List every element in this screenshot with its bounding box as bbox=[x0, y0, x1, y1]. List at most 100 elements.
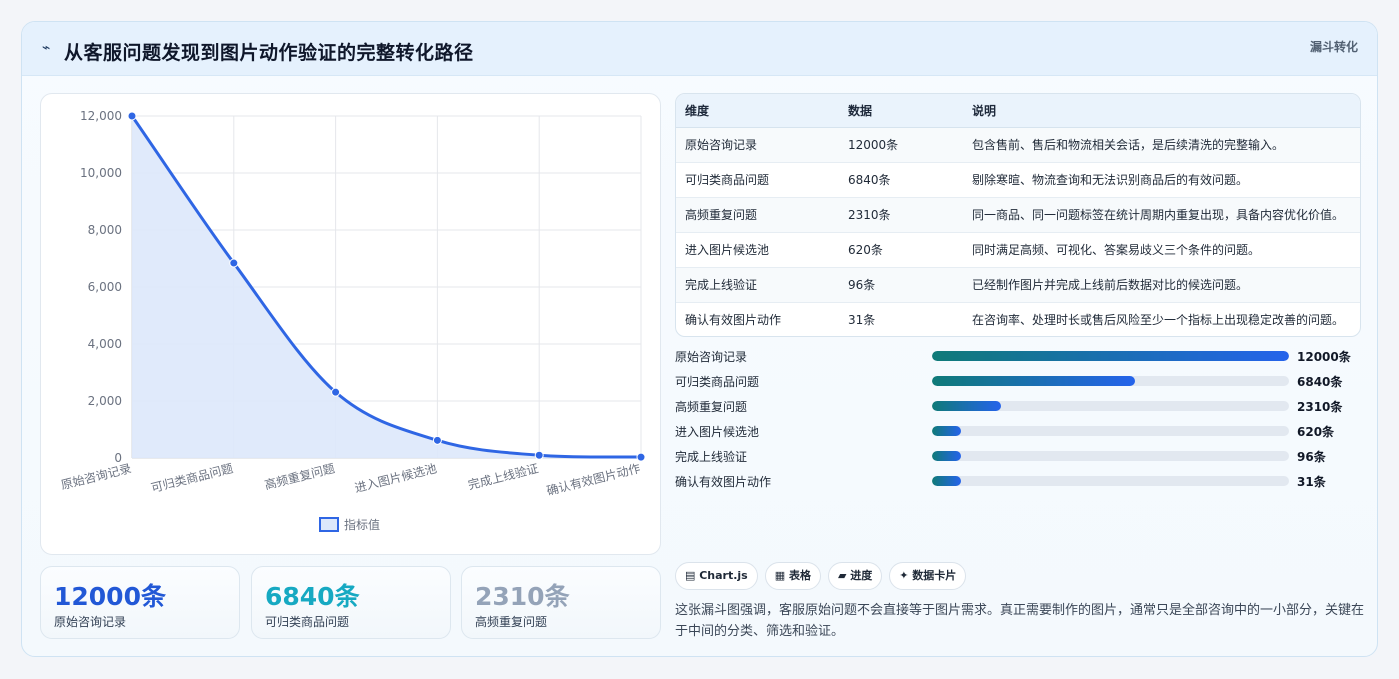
progress-fill bbox=[932, 426, 961, 436]
tech-chips: ▤ Chart.js ▦ 表格 ▰ 进度 ✦ 数据卡片 bbox=[675, 562, 973, 590]
progress-track bbox=[932, 401, 1289, 411]
x-tick-label: 高频重复问题 bbox=[263, 460, 337, 492]
table-cell-dimension: 完成上线验证 bbox=[676, 267, 839, 303]
progress-row: 可归类商品问题 6840条 bbox=[675, 371, 1361, 391]
progress-track bbox=[932, 351, 1289, 361]
y-tick-label: 8,000 bbox=[88, 223, 122, 237]
table-cell-description: 已经制作图片并完成上线前后数据对比的候选问题。 bbox=[963, 267, 1360, 303]
table-row: 确认有效图片动作 31条 在咨询率、处理时长或售后风险至少一个指标上出现稳定改善… bbox=[676, 302, 1360, 336]
x-tick-label: 原始咨询记录 bbox=[59, 460, 133, 492]
progress-row: 原始咨询记录 12000条 bbox=[675, 346, 1361, 366]
progress-label: 进入图片候选池 bbox=[675, 425, 760, 439]
kpi-value: 2310条 bbox=[475, 582, 570, 611]
table-cell-value: 12000条 bbox=[839, 127, 963, 163]
progress-row: 高频重复问题 2310条 bbox=[675, 396, 1361, 416]
table-row: 进入图片候选池 620条 同时满足高频、可视化、答案易歧义三个条件的问题。 bbox=[676, 232, 1360, 268]
progress-value: 2310条 bbox=[1297, 400, 1343, 414]
legend-label: 指标值 bbox=[344, 517, 380, 532]
x-tick-label: 确认有效图片动作 bbox=[545, 460, 642, 498]
x-tick-label: 完成上线验证 bbox=[466, 460, 540, 492]
table-cell-description: 同时满足高频、可视化、答案易歧义三个条件的问题。 bbox=[963, 232, 1360, 268]
x-tick-label: 进入图片候选池 bbox=[353, 461, 438, 495]
table-cell-dimension: 确认有效图片动作 bbox=[685, 313, 782, 328]
table-cell-dimension: 可归类商品问题 bbox=[676, 162, 839, 198]
data-point bbox=[127, 111, 137, 121]
progress-fill bbox=[932, 451, 961, 461]
summary-note: 这张漏斗图强调，客服原始问题不会直接等于图片需求。真正需要制作的图片，通常只是全… bbox=[675, 603, 1365, 639]
kpi-label: 高频重复问题 bbox=[475, 615, 548, 629]
column-header: 说明 bbox=[963, 94, 1360, 128]
data-point bbox=[534, 450, 544, 460]
progress-label: 确认有效图片动作 bbox=[675, 475, 772, 489]
progress-label: 高频重复问题 bbox=[675, 400, 748, 414]
data-point bbox=[432, 435, 442, 445]
card-title: 从客服问题发现到图片动作验证的完整转化路径 bbox=[64, 42, 474, 64]
table-cell-description: 包含售前、售后和物流相关会话，是后续清洗的完整输入。 bbox=[963, 127, 1360, 163]
progress-fill bbox=[932, 376, 1136, 386]
chip-progress[interactable]: ▰ 进度 bbox=[827, 562, 883, 590]
progress-track bbox=[932, 476, 1289, 486]
progress-row: 确认有效图片动作 31条 bbox=[675, 471, 1361, 491]
table-cell-description: 同一商品、同一问题标签在统计周期内重复出现，具备内容优化价值。 bbox=[963, 197, 1360, 233]
progress-fill bbox=[932, 401, 1001, 411]
y-tick-label: 12,000 bbox=[80, 109, 122, 123]
kpi-card-frequent: 2310条 高频重复问题 bbox=[461, 566, 661, 639]
table-row: 原始咨询记录 12000条 包含售前、售后和物流相关会话，是后续清洗的完整输入。 bbox=[676, 127, 1360, 163]
progress-label: 可归类商品问题 bbox=[675, 375, 760, 389]
kpi-card-raw: 12000条 原始咨询记录 bbox=[40, 566, 240, 639]
table-cell-value: 6840条 bbox=[839, 162, 963, 198]
y-tick-label: 2,000 bbox=[88, 394, 122, 408]
column-header: 维度 bbox=[676, 94, 839, 128]
table-cell-dimension: 进入图片候选池 bbox=[676, 232, 839, 268]
progress-value: 620条 bbox=[1297, 425, 1335, 439]
progress-label: 原始咨询记录 bbox=[675, 350, 748, 364]
table-cell-value: 620条 bbox=[839, 232, 963, 268]
data-point bbox=[331, 387, 341, 397]
table-row: 完成上线验证 96条 已经制作图片并完成上线前后数据对比的候选问题。 bbox=[676, 267, 1360, 303]
funnel-card: ⌁ 从客服问题发现到图片动作验证的完整转化路径 漏斗转化 0 2,000 4,000… bbox=[21, 21, 1378, 657]
table-cell-value: 31条 bbox=[848, 313, 876, 328]
table-cell-description: 剔除寒暄、物流查询和无法识别商品后的有效问题。 bbox=[963, 162, 1360, 198]
header-tag: 漏斗转化 bbox=[1309, 40, 1358, 54]
chip-table[interactable]: ▦ 表格 bbox=[764, 562, 821, 590]
progress-fill bbox=[932, 476, 961, 486]
table-cell-value: 2310条 bbox=[839, 197, 963, 233]
column-header: 数据 bbox=[839, 94, 963, 128]
card-header: ⌁ 从客服问题发现到图片动作验证的完整转化路径 漏斗转化 bbox=[22, 22, 1377, 76]
progress-row: 完成上线验证 96条 bbox=[675, 446, 1361, 466]
kpi-label: 可归类商品问题 bbox=[265, 615, 350, 629]
chip-data-card[interactable]: ✦ 数据卡片 bbox=[889, 562, 967, 590]
progress-track bbox=[932, 376, 1289, 386]
chip-chartjs[interactable]: ▤ Chart.js bbox=[675, 562, 758, 590]
legend-swatch bbox=[319, 517, 339, 532]
progress-track bbox=[932, 426, 1289, 436]
data-table: 维度 数据 说明 原始咨询记录 12000条 包含售前、售后和物流相关会话，是后… bbox=[675, 93, 1361, 337]
funnel-line-chart: 02,0004,0006,0008,00010,00012,000原始咨询记录可… bbox=[59, 109, 646, 532]
kpi-value: 6840条 bbox=[265, 582, 360, 611]
y-tick-label: 10,000 bbox=[80, 166, 122, 180]
table-header-row: 维度 数据 说明 bbox=[676, 94, 1360, 128]
kpi-label: 原始咨询记录 bbox=[54, 615, 127, 629]
pulse-icon: ⌁ bbox=[42, 40, 51, 56]
progress-value: 96条 bbox=[1297, 450, 1326, 464]
data-point bbox=[636, 452, 646, 462]
progress-row: 进入图片候选池 620条 bbox=[675, 421, 1361, 441]
table-cell-description: 在咨询率、处理时长或售后风险至少一个指标上出现稳定改善的问题。 bbox=[972, 313, 1345, 328]
data-point bbox=[229, 258, 239, 268]
progress-fill bbox=[932, 351, 1289, 361]
table-row: 可归类商品问题 6840条 剔除寒暄、物流查询和无法识别商品后的有效问题。 bbox=[676, 162, 1360, 198]
progress-track bbox=[932, 451, 1289, 461]
table-cell-dimension: 原始咨询记录 bbox=[676, 127, 839, 163]
progress-value: 12000条 bbox=[1297, 350, 1351, 364]
x-tick-label: 可归类商品问题 bbox=[149, 460, 234, 495]
progress-value: 31条 bbox=[1297, 475, 1326, 489]
table-row: 高频重复问题 2310条 同一商品、同一问题标签在统计周期内重复出现，具备内容优… bbox=[676, 197, 1360, 233]
chart-panel: 0 2,000 4,000 6,000 8,000 10,000 12,000 原始咨询记录可… bbox=[40, 93, 661, 555]
table-cell-value: 96条 bbox=[839, 267, 963, 303]
y-tick-label: 4,000 bbox=[88, 337, 122, 351]
kpi-value: 12000条 bbox=[54, 582, 166, 611]
progress-value: 6840条 bbox=[1297, 375, 1343, 389]
y-tick-label: 6,000 bbox=[88, 280, 122, 294]
kpi-card-classified: 6840条 可归类商品问题 bbox=[251, 566, 451, 639]
table-cell-dimension: 高频重复问题 bbox=[676, 197, 839, 233]
